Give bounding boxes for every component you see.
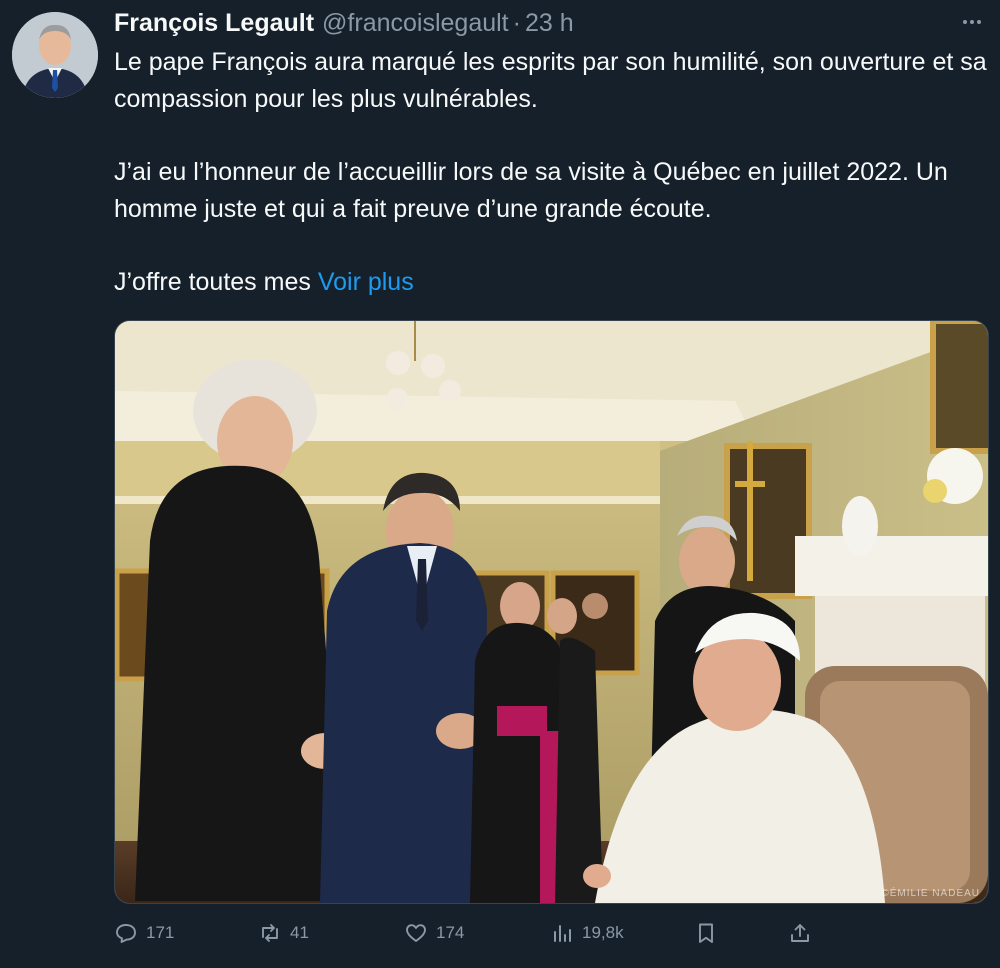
- tweet-paragraph-3-text: J’offre toutes mes: [114, 268, 311, 296]
- tweet-header: François Legault @francoislegault · 23 h: [114, 9, 574, 41]
- tweet-paragraph-1: Le pape François aura marqué les esprits…: [114, 48, 987, 113]
- views-button[interactable]: 19,8k: [550, 916, 624, 950]
- tweet-paragraph-2: J’ai eu l’honneur de l’accueillir lors d…: [114, 158, 948, 223]
- views-count: 19,8k: [582, 923, 624, 942]
- avatar[interactable]: [12, 12, 98, 98]
- author-handle[interactable]: @francoislegault: [322, 9, 509, 38]
- share-icon: [791, 924, 809, 942]
- tweet-text: Le pape François aura marqué les esprits…: [114, 44, 990, 301]
- bookmark-button[interactable]: [694, 916, 718, 950]
- views-icon: [554, 925, 571, 942]
- photo-image: [115, 321, 988, 903]
- timestamp[interactable]: 23 h: [525, 9, 574, 38]
- author-name[interactable]: François Legault: [114, 9, 314, 38]
- action-bar: 171 41 174 19,8k: [114, 916, 814, 950]
- repost-icon: [262, 924, 278, 942]
- show-more-link[interactable]: Voir plus: [318, 268, 414, 296]
- photo-credit: ©ÉMILIE NADEAU: [881, 888, 980, 899]
- more-dots-icon[interactable]: [958, 10, 986, 38]
- share-button[interactable]: [788, 916, 812, 950]
- tweet-photo[interactable]: ©ÉMILIE NADEAU: [114, 320, 989, 904]
- avatar-image: [12, 12, 98, 98]
- repost-count: 41: [290, 923, 309, 942]
- bookmark-icon: [699, 923, 713, 943]
- like-icon: [406, 924, 426, 942]
- reply-count: 171: [146, 923, 175, 942]
- reply-icon: [116, 924, 136, 943]
- reply-button[interactable]: 171: [114, 916, 174, 950]
- tweet-paragraph-3: J’offre toutes mes Voir plus: [114, 264, 990, 301]
- tweet: François Legault @francoislegault · 23 h…: [0, 0, 1000, 968]
- separator: ·: [512, 9, 521, 37]
- like-count: 174: [436, 923, 465, 942]
- like-button[interactable]: 174: [404, 916, 464, 950]
- repost-button[interactable]: 41: [258, 916, 309, 950]
